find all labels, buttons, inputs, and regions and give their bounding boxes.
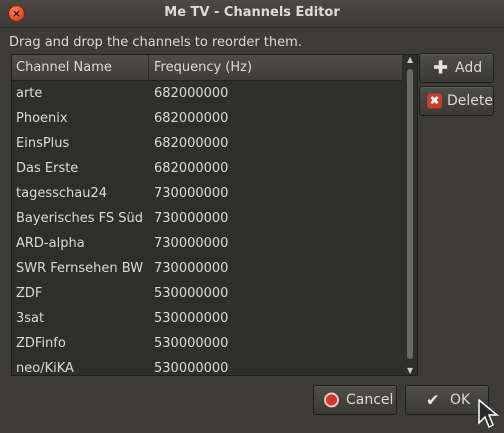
table-row[interactable]: tagesschau24 730000000 — [12, 181, 402, 206]
channel-frequency: 730000000 — [154, 261, 229, 276]
channel-name: Das Erste — [16, 161, 79, 176]
channel-frequency: 730000000 — [154, 236, 229, 251]
channel-name: tagesschau24 — [16, 186, 107, 201]
ok-button-label: OK — [450, 392, 471, 408]
mouse-pointer-icon — [478, 399, 500, 429]
table-row[interactable]: Bayerisches FS Süd 730000000 — [12, 206, 402, 231]
channel-name: neo/KiKA — [16, 361, 74, 376]
table-row[interactable]: Das Erste 682000000 — [12, 156, 402, 181]
vertical-scrollbar[interactable]: ▲ ▼ — [404, 55, 417, 375]
instruction-text: Drag and drop the channels to reorder th… — [9, 35, 302, 50]
channel-name: ZDF — [16, 286, 43, 301]
checkmark-icon: ✔ — [426, 390, 440, 410]
add-button-label: Add — [455, 60, 483, 76]
channel-name: Bayerisches FS Süd — [16, 211, 143, 226]
channel-name: ZDFinfo — [16, 336, 66, 351]
channel-frequency: 730000000 — [154, 211, 229, 226]
table-header: Channel Name Frequency (Hz) — [12, 55, 402, 81]
table-row[interactable]: arte 682000000 — [12, 81, 402, 106]
delete-button-label: Delete — [447, 93, 493, 109]
table-row[interactable]: ZDF 530000000 — [12, 281, 402, 306]
scroll-down-arrow-icon[interactable]: ▼ — [407, 366, 413, 375]
channel-frequency: 730000000 — [154, 186, 229, 201]
table-row[interactable]: SWR Fernsehen BW 730000000 — [12, 256, 402, 281]
delete-button[interactable]: ✖ Delete — [419, 86, 494, 116]
table-row[interactable]: Phoenix 682000000 — [12, 106, 402, 131]
cancel-button-label: Cancel — [346, 392, 394, 408]
delete-x-icon: ✖ — [427, 93, 442, 109]
column-header-channel-name[interactable]: Channel Name — [12, 55, 149, 80]
channel-list[interactable]: Channel Name Frequency (Hz) arte 68200000… — [11, 54, 418, 376]
scrollbar-thumb[interactable] — [407, 69, 413, 359]
channel-frequency: 682000000 — [154, 86, 229, 101]
ok-button[interactable]: ✔ OK — [405, 385, 489, 415]
channel-frequency: 682000000 — [154, 136, 229, 151]
channel-frequency: 530000000 — [154, 286, 229, 301]
channel-frequency: 682000000 — [154, 111, 229, 126]
plus-icon: ✚ — [433, 57, 449, 79]
table-row[interactable]: EinsPlus 682000000 — [12, 131, 402, 156]
channel-frequency: 530000000 — [154, 336, 229, 351]
window-title: Me TV - Channels Editor — [164, 5, 340, 20]
cancel-icon — [324, 392, 339, 408]
channel-name: 3sat — [16, 311, 45, 326]
channel-name: arte — [16, 86, 43, 101]
channel-name: ARD-alpha — [16, 236, 85, 251]
add-button[interactable]: ✚ Add — [419, 53, 494, 83]
channel-frequency: 530000000 — [154, 361, 229, 376]
cancel-button[interactable]: Cancel — [313, 385, 397, 415]
table-rows: arte 682000000 Phoenix 682000000 EinsPlus 6… — [12, 81, 402, 376]
channel-frequency: 682000000 — [154, 161, 229, 176]
table-row[interactable]: neo/KiKA 530000000 — [12, 356, 402, 376]
title-bar: × Me TV - Channels Editor — [0, 0, 504, 28]
channel-name: Phoenix — [16, 111, 68, 126]
scroll-up-arrow-icon[interactable]: ▲ — [407, 55, 413, 64]
table-row[interactable]: ZDFinfo 530000000 — [12, 331, 402, 356]
channel-name: EinsPlus — [16, 136, 70, 151]
channel-name: SWR Fernsehen BW — [16, 261, 144, 276]
table-row[interactable]: ARD-alpha 730000000 — [12, 231, 402, 256]
table-row[interactable]: 3sat 530000000 — [12, 306, 402, 331]
channel-frequency: 530000000 — [154, 311, 229, 326]
column-header-frequency[interactable]: Frequency (Hz) — [149, 55, 402, 80]
